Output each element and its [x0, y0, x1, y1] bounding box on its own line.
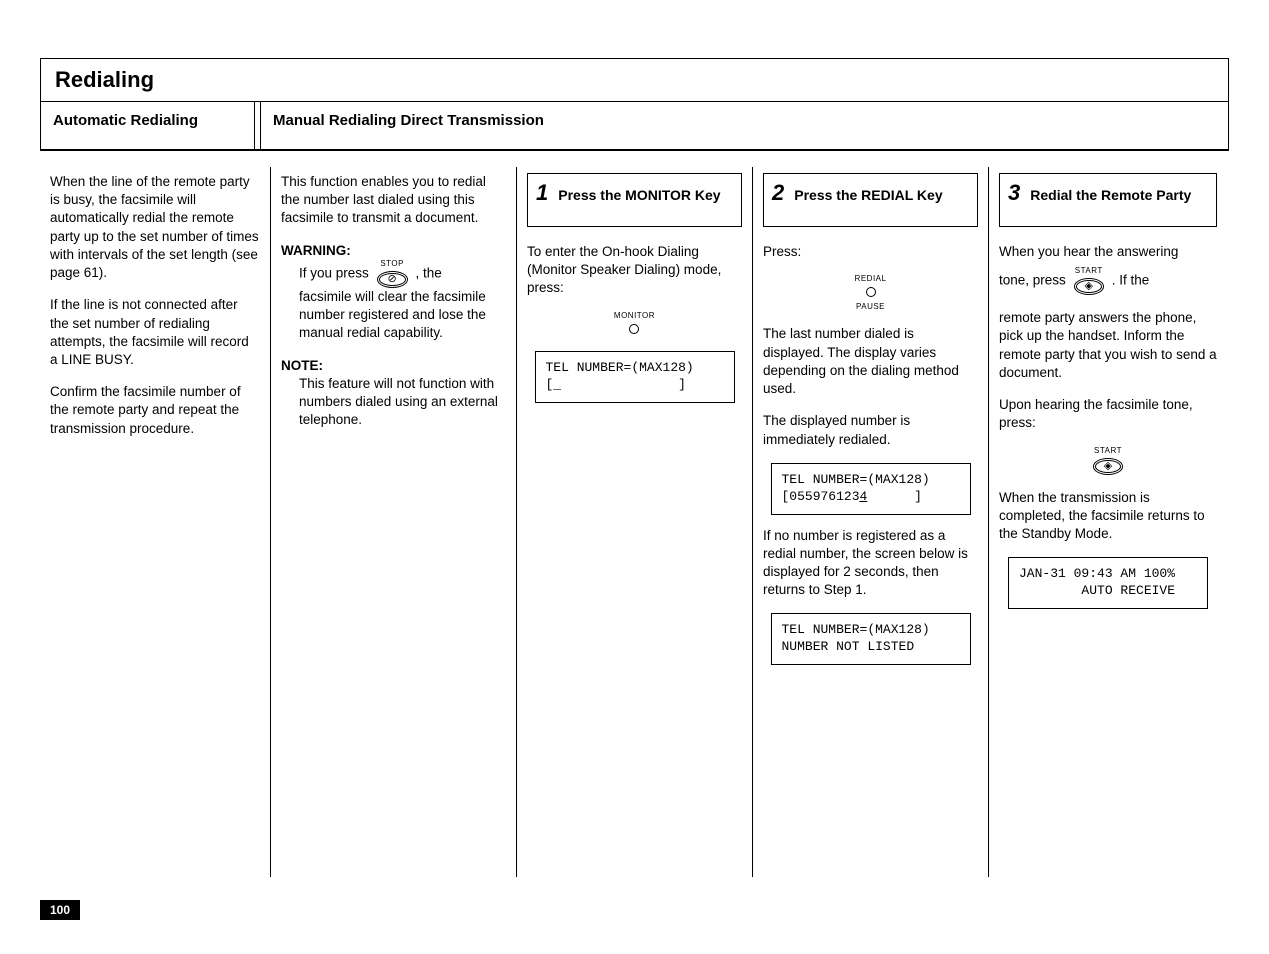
- start-key-oval-1: ◈: [1074, 278, 1104, 295]
- warn-post: , the: [416, 265, 442, 280]
- start-key-label-2: START: [1093, 447, 1123, 455]
- start-key-oval-2: ◈: [1093, 458, 1123, 475]
- step2-p4: If no number is registered as a redial n…: [763, 527, 978, 600]
- redial-circle-icon: [866, 287, 876, 297]
- column-step-3: 3 Redial the Remote Party When you hear …: [989, 161, 1227, 877]
- lcd3-l1: JAN-31 09:43 AM 100%: [1019, 566, 1175, 581]
- step2-title: Press the REDIAL Key: [794, 186, 942, 204]
- lcd2a-l2-post: ]: [867, 489, 922, 504]
- step3-title: Redial the Remote Party: [1030, 186, 1191, 204]
- redial-key-top: REDIAL: [855, 275, 887, 283]
- column-manual-intro: This function enables you to redial the …: [271, 161, 516, 877]
- redial-key-icon: REDIAL PAUSE: [855, 275, 887, 311]
- lcd-step2a: TEL NUMBER=(MAX128) [0559761234 ]: [771, 463, 971, 515]
- page-title: Redialing: [41, 59, 1228, 102]
- page-number-badge: 100: [40, 900, 80, 920]
- p1-mid-b: . If the: [1112, 273, 1150, 288]
- step2-p3: The displayed number is immediately redi…: [763, 412, 978, 448]
- step3-box: 3 Redial the Remote Party: [999, 173, 1217, 227]
- step2-box: 2 Press the REDIAL Key: [763, 173, 978, 227]
- warning-body: facsimile will clear the facsimile numbe…: [299, 288, 506, 343]
- lcd-step2b: TEL NUMBER=(MAX128) NUMBER NOT LISTED: [771, 613, 971, 665]
- step1-title: Press the MONITOR Key: [558, 186, 720, 204]
- note-label: NOTE:: [281, 357, 506, 375]
- lcd1-l2: [_ ]: [546, 377, 686, 392]
- step3-num: 3: [1008, 182, 1020, 204]
- warning-label: WARNING:: [281, 242, 506, 260]
- auto-p1: When the line of the remote party is bus…: [50, 173, 260, 282]
- redial-key-bottom: PAUSE: [855, 303, 887, 311]
- auto-p3: Confirm the facsimile number of the remo…: [50, 383, 260, 438]
- section-manual-redial: Manual Redialing Direct Transmission: [261, 102, 1228, 149]
- step3-p1-mid: tone, press START ◈ . If the: [999, 267, 1217, 295]
- start-key-icon: START ◈: [1093, 447, 1123, 475]
- start-glyph-2: ◈: [1104, 460, 1112, 472]
- manual-p1: This function enables you to redial the …: [281, 173, 506, 228]
- warn-pre: If you press: [299, 265, 373, 280]
- column-step-1: 1 Press the MONITOR Key To enter the On-…: [517, 161, 752, 877]
- content-columns: When the line of the remote party is bus…: [40, 161, 1229, 877]
- lcd2a-l2-pre: [055976123: [782, 489, 860, 504]
- lcd2a-l1: TEL NUMBER=(MAX128): [782, 472, 930, 487]
- column-auto-redial: When the line of the remote party is bus…: [40, 161, 270, 877]
- lcd3-l2: AUTO RECEIVE: [1019, 583, 1175, 598]
- step3-p4: When the transmission is completed, the …: [999, 489, 1217, 544]
- step2-p2: The last number dialed is displayed. The…: [763, 325, 978, 398]
- step1-box: 1 Press the MONITOR Key: [527, 173, 742, 227]
- p1-mid-a: tone, press: [999, 273, 1070, 288]
- stop-key-label: STOP: [377, 260, 408, 268]
- step2-p1: Press:: [763, 243, 978, 261]
- note-body: This feature will not function with numb…: [299, 375, 506, 430]
- step1-num: 1: [536, 182, 548, 204]
- start-key-label-1: START: [1074, 267, 1104, 275]
- stop-key-icon: STOP ⊘: [377, 260, 408, 288]
- monitor-key-wrap: MONITOR: [527, 312, 742, 339]
- stop-glyph: ⊘: [388, 273, 397, 285]
- step3-p2: remote party answers the phone, pick up …: [999, 309, 1217, 382]
- redial-key-wrap: REDIAL PAUSE: [763, 275, 978, 311]
- lcd2b-l2: NUMBER NOT LISTED: [782, 639, 915, 654]
- lcd-step3: JAN-31 09:43 AM 100% AUTO RECEIVE: [1008, 557, 1208, 609]
- section-auto-redial: Automatic Redialing: [41, 102, 255, 149]
- monitor-key-label: MONITOR: [614, 312, 655, 320]
- step3-p1-pre: When you hear the answering: [999, 243, 1217, 261]
- auto-p2: If the line is not connected after the s…: [50, 296, 260, 369]
- lcd-step1: TEL NUMBER=(MAX128) [_ ]: [535, 351, 735, 403]
- step3-p3: Upon hearing the facsimile tone, press:: [999, 396, 1217, 432]
- monitor-key-icon: MONITOR: [614, 312, 655, 339]
- start-key-inline: START ◈: [1074, 267, 1104, 295]
- step2-num: 2: [772, 182, 784, 204]
- start-glyph-1: ◈: [1085, 280, 1093, 292]
- section-headers: Automatic Redialing Manual Redialing Dir…: [41, 102, 1228, 150]
- start-key-wrap: START ◈: [999, 447, 1217, 475]
- lcd2b-l1: TEL NUMBER=(MAX128): [782, 622, 930, 637]
- column-step-2: 2 Press the REDIAL Key Press: REDIAL PAU…: [753, 161, 988, 877]
- step1-p1: To enter the On-hook Dialing (Monitor Sp…: [527, 243, 742, 298]
- monitor-circle-icon: [629, 324, 639, 334]
- outer-frame: Redialing Automatic Redialing Manual Red…: [40, 58, 1229, 151]
- stop-key-oval: ⊘: [377, 271, 408, 288]
- lcd1-l1: TEL NUMBER=(MAX128): [546, 360, 694, 375]
- warning-line1: If you press STOP ⊘ , the: [299, 260, 506, 288]
